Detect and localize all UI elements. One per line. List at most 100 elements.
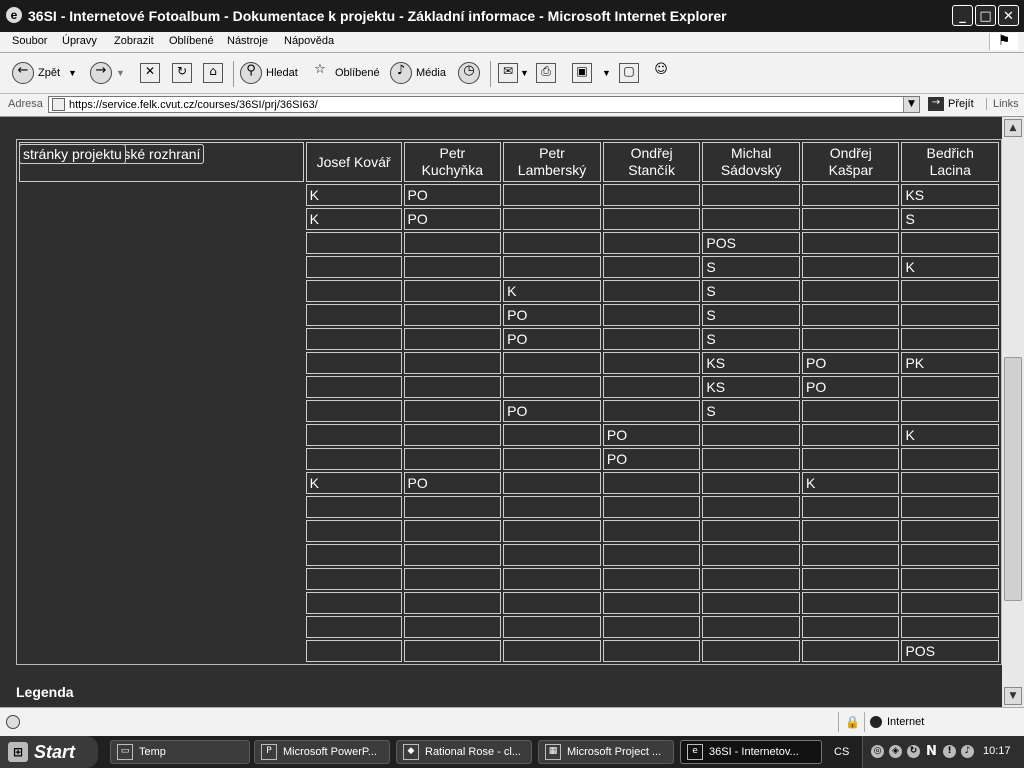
network-icon[interactable]: ◎ [871, 745, 884, 758]
table-row: odborný článek (e-ob)KPOS [19, 144, 999, 230]
back-label: Zpět [38, 67, 61, 79]
responsibility-cell [503, 232, 601, 254]
responsibility-cell [503, 376, 601, 398]
responsibility-cell [403, 256, 502, 278]
responsibility-cell [403, 352, 502, 374]
messenger-button[interactable]: ☺ [650, 61, 676, 85]
status-bar: 🔒 Internet [0, 707, 1024, 736]
responsibility-cell [602, 472, 701, 494]
menu-view[interactable]: Zobrazit [114, 35, 154, 47]
responsibility-cell: S [702, 304, 801, 326]
menu-favorites[interactable]: Oblíbené [169, 35, 214, 47]
norton-icon[interactable]: N [925, 745, 938, 758]
back-dropdown-icon[interactable]: ▼ [68, 68, 77, 78]
system-tray: ◎ ◈ ↻ N ! ♪ 10:17 [862, 736, 1024, 768]
edit-button[interactable]: ▣ ▼ [572, 61, 611, 85]
scroll-up-icon[interactable]: ▲ [1004, 119, 1022, 137]
forward-button[interactable]: → ▼ [90, 61, 125, 85]
print-button[interactable]: ⎙ [536, 61, 556, 85]
discuss-button[interactable]: ▢ [619, 61, 639, 85]
responsibility-cell [802, 520, 900, 542]
address-dropdown-icon[interactable]: ▼ [903, 97, 919, 112]
menu-edit[interactable]: Úpravy [62, 35, 97, 47]
rational-rose-icon: ◆ [403, 744, 419, 760]
mail-dropdown-icon[interactable]: ▼ [520, 68, 529, 78]
responsibility-cell [901, 472, 999, 494]
scroll-down-icon[interactable]: ▼ [1004, 687, 1022, 705]
powerpoint-icon: P [261, 744, 277, 760]
go-button[interactable]: → Přejít [928, 97, 974, 111]
taskbar-item-powerpoint[interactable]: P Microsoft PowerP... [254, 740, 390, 764]
start-button[interactable]: ⊞ Start [0, 736, 98, 768]
close-button[interactable]: ✕ [998, 5, 1019, 26]
responsibility-cell: K [901, 256, 999, 278]
favorites-button[interactable]: ☆ Oblíbené [309, 61, 379, 85]
responsibility-cell [802, 448, 900, 470]
responsibility-cell [702, 592, 801, 614]
sync-icon[interactable]: ↻ [907, 745, 920, 758]
forward-arrow-icon: → [90, 62, 112, 84]
table-row: data flow model [19, 144, 999, 518]
responsibility-cell [602, 376, 701, 398]
discuss-icon: ▢ [619, 63, 639, 83]
responsibility-cell: K [503, 280, 601, 302]
responsibility-cell: KS [901, 184, 999, 206]
address-url[interactable]: https://service.felk.cvut.cz/courses/36S… [69, 99, 318, 111]
taskbar-item-project[interactable]: ▦ Microsoft Project ... [538, 740, 674, 764]
language-indicator[interactable]: CS [834, 746, 849, 758]
address-input[interactable]: https://service.felk.cvut.cz/courses/36S… [48, 96, 920, 113]
menu-file[interactable]: Soubor [12, 35, 47, 47]
responsibility-cell [602, 592, 701, 614]
responsibility-cell [802, 568, 900, 590]
back-button[interactable]: ← Zpět ▼ [12, 61, 77, 85]
go-label: Přejít [948, 98, 974, 110]
table-row: návrh modulů [19, 144, 999, 614]
stop-button[interactable]: ✕ [140, 61, 160, 85]
mail-button[interactable]: ✉ ▼ [498, 61, 529, 85]
taskbar-item-internet-explorer[interactable]: e 36SI - Internetov... [680, 740, 822, 764]
column-header: Bedřich Lacina [901, 142, 999, 182]
menu-help[interactable]: Nápověda [284, 35, 334, 47]
task-name-cell: stránky projektu [19, 144, 126, 164]
scroll-thumb[interactable] [1004, 357, 1022, 601]
refresh-button[interactable]: ↻ [172, 61, 192, 85]
edit-dropdown-icon[interactable]: ▼ [602, 68, 611, 78]
shield-icon[interactable]: ◈ [889, 745, 902, 758]
responsibility-cell [403, 592, 502, 614]
responsibility-cell [305, 400, 402, 422]
table-row: deklarace záměruSK [19, 144, 999, 278]
search-button[interactable]: ⚲ Hledat [240, 61, 298, 85]
responsibility-cell: S [702, 256, 801, 278]
responsibility-cell: PO [403, 208, 502, 230]
column-header: Petr Lamberský [503, 142, 601, 182]
responsibility-cell [305, 544, 402, 566]
minimize-button[interactable]: _ [952, 5, 973, 26]
responsibility-cell [901, 304, 999, 326]
forward-dropdown-icon[interactable]: ▼ [116, 68, 125, 78]
responsibility-cell [802, 640, 900, 662]
responsibility-cell: S [702, 328, 801, 350]
home-button[interactable]: ⌂ [203, 61, 223, 85]
menu-tools[interactable]: Nástroje [227, 35, 268, 47]
responsibility-cell [702, 544, 801, 566]
responsibility-cell [305, 352, 402, 374]
column-header-line: Petr [539, 145, 565, 161]
responsibility-cell [702, 640, 801, 662]
table-row: minispecifikace [19, 144, 999, 566]
taskbar-item-rational-rose[interactable]: ◆ Rational Rose - cl... [396, 740, 532, 764]
vertical-scrollbar[interactable]: ▲ ▼ [1002, 117, 1024, 707]
mail-icon: ✉ [498, 63, 518, 83]
media-button[interactable]: ♪ Média [390, 61, 446, 85]
maximize-button[interactable]: □ [975, 5, 996, 26]
responsibility-cell [305, 280, 402, 302]
responsibility-cell [901, 544, 999, 566]
volume-icon[interactable]: ♪ [961, 745, 974, 758]
taskbar-item-temp[interactable]: ▭ Temp [110, 740, 250, 764]
responsibility-cell [602, 496, 701, 518]
responsibility-cell: PO [602, 424, 701, 446]
alert-icon[interactable]: ! [943, 745, 956, 758]
address-label: Adresa [8, 98, 43, 110]
responsibility-cell [503, 256, 601, 278]
links-toolbar[interactable]: Links [986, 98, 1019, 110]
history-button[interactable]: ◷ [458, 61, 484, 85]
